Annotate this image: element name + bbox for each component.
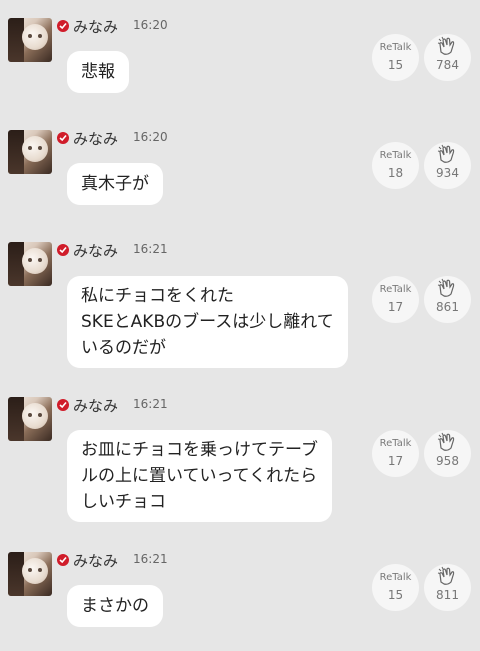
message-line: 私にチョコをくれた bbox=[81, 286, 234, 306]
clap-button[interactable]: 958 bbox=[424, 430, 471, 477]
message-line: SKEとAKBのブースは少し離れて bbox=[81, 312, 334, 332]
retalk-label: ReTalk bbox=[379, 150, 412, 161]
user-name[interactable]: みなみ bbox=[73, 16, 118, 37]
verified-check-icon bbox=[57, 20, 69, 32]
clap-count: 958 bbox=[436, 454, 459, 468]
retalk-count: 17 bbox=[387, 454, 404, 468]
user-name[interactable]: みなみ bbox=[73, 395, 118, 416]
message-time: 16:20 bbox=[133, 130, 168, 144]
clap-count: 861 bbox=[436, 300, 459, 314]
retalk-count: 18 bbox=[387, 166, 404, 180]
retalk-count: 17 bbox=[387, 300, 404, 314]
clapping-hands-icon bbox=[437, 144, 455, 163]
verified-check-icon bbox=[57, 132, 69, 144]
retalk-count: 15 bbox=[387, 588, 404, 602]
clap-count: 811 bbox=[436, 588, 459, 602]
verified-check-icon bbox=[57, 554, 69, 566]
message-line: しいチョコ bbox=[81, 492, 166, 512]
retalk-label: ReTalk bbox=[379, 438, 412, 449]
message-bubble[interactable]: 悲報 bbox=[67, 51, 129, 93]
message-bubble[interactable]: 真木子が bbox=[67, 163, 163, 205]
clap-button[interactable]: 861 bbox=[424, 276, 471, 323]
avatar[interactable] bbox=[8, 18, 52, 62]
user-name[interactable]: みなみ bbox=[73, 240, 118, 261]
retalk-button[interactable]: ReTalk 15 bbox=[372, 564, 419, 611]
message-line: 悲報 bbox=[81, 62, 115, 82]
message-time: 16:21 bbox=[133, 397, 168, 411]
message-line: いるのだが bbox=[81, 338, 166, 358]
message-time: 16:21 bbox=[133, 552, 168, 566]
clap-count: 934 bbox=[436, 166, 459, 180]
retalk-button[interactable]: ReTalk 17 bbox=[372, 276, 419, 323]
retalk-label: ReTalk bbox=[379, 572, 412, 583]
verified-check-icon bbox=[57, 399, 69, 411]
retalk-label: ReTalk bbox=[379, 284, 412, 295]
retalk-button[interactable]: ReTalk 17 bbox=[372, 430, 419, 477]
verified-check-icon bbox=[57, 244, 69, 256]
retalk-label: ReTalk bbox=[379, 42, 412, 53]
message-line: ルの上に置いていってくれたら bbox=[81, 466, 318, 486]
user-name[interactable]: みなみ bbox=[73, 550, 118, 571]
message-line: 真木子が bbox=[81, 174, 149, 194]
clapping-hands-icon bbox=[437, 566, 455, 585]
message-bubble[interactable]: 私にチョコをくれた SKEとAKBのブースは少し離れて いるのだが bbox=[67, 276, 348, 368]
avatar[interactable] bbox=[8, 397, 52, 441]
retalk-button[interactable]: ReTalk 15 bbox=[372, 34, 419, 81]
clap-button[interactable]: 811 bbox=[424, 564, 471, 611]
avatar[interactable] bbox=[8, 552, 52, 596]
message-line: まさかの bbox=[81, 596, 149, 616]
message-time: 16:21 bbox=[133, 242, 168, 256]
clap-count: 784 bbox=[436, 58, 459, 72]
retalk-button[interactable]: ReTalk 18 bbox=[372, 142, 419, 189]
message-bubble[interactable]: お皿にチョコを乗っけてテーブ ルの上に置いていってくれたら しいチョコ bbox=[67, 430, 332, 522]
message-line: お皿にチョコを乗っけてテーブ bbox=[81, 440, 318, 460]
retalk-count: 15 bbox=[387, 58, 404, 72]
avatar[interactable] bbox=[8, 130, 52, 174]
message-bubble[interactable]: まさかの bbox=[67, 585, 163, 627]
user-name[interactable]: みなみ bbox=[73, 128, 118, 149]
clapping-hands-icon bbox=[437, 432, 455, 451]
clap-button[interactable]: 784 bbox=[424, 34, 471, 81]
clapping-hands-icon bbox=[437, 36, 455, 55]
avatar[interactable] bbox=[8, 242, 52, 286]
clapping-hands-icon bbox=[437, 278, 455, 297]
message-time: 16:20 bbox=[133, 18, 168, 32]
clap-button[interactable]: 934 bbox=[424, 142, 471, 189]
